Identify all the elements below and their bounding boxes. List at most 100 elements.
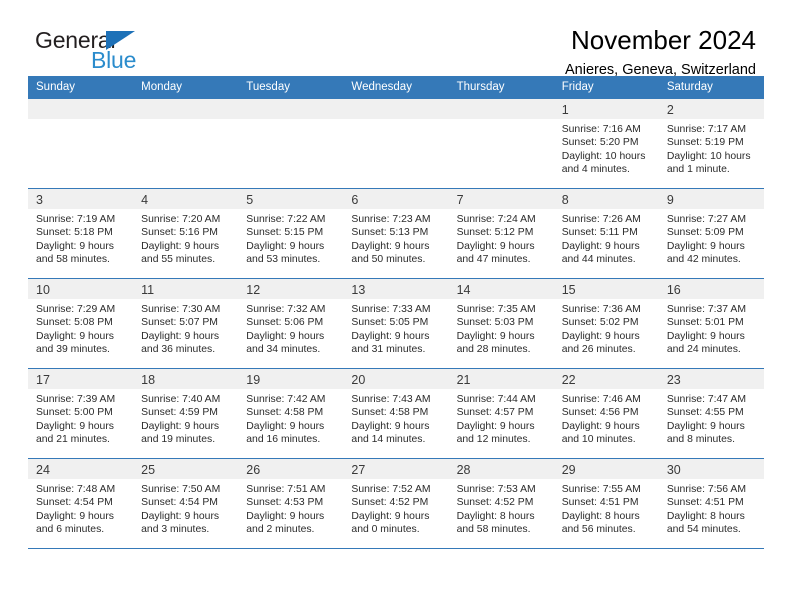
calendar-day-cell[interactable]: 15 Sunrise: 7:36 AM Sunset: 5:02 PM Dayligh… bbox=[553, 278, 659, 369]
day-number: 9 bbox=[666, 193, 674, 207]
day-number-band: 15 bbox=[553, 279, 659, 299]
sunset-text: Sunset: 5:03 PM bbox=[456, 317, 534, 329]
daylight-text: Daylight: 9 hours bbox=[351, 240, 430, 252]
calendar-day-cell[interactable]: 17 Sunrise: 7:39 AM Sunset: 5:00 PM Dayligh… bbox=[28, 368, 134, 459]
daylight-text: and 39 minutes. bbox=[36, 344, 110, 356]
daylight-text: Daylight: 9 hours bbox=[36, 420, 114, 432]
sunset-text: Sunset: 5:16 PM bbox=[141, 227, 218, 239]
daylight-text: Daylight: 8 hours bbox=[561, 510, 640, 522]
daylight-text: and 55 minutes. bbox=[141, 254, 216, 266]
sunrise-text: Sunrise: 7:30 AM bbox=[141, 304, 221, 315]
calendar-day-cell[interactable]: 26 Sunrise: 7:51 AM Sunset: 4:53 PM Dayligh… bbox=[238, 458, 344, 549]
day-number-band: 23 bbox=[658, 369, 764, 389]
calendar-day-cell[interactable]: 11 Sunrise: 7:30 AM Sunset: 5:07 PM Dayligh… bbox=[133, 278, 239, 369]
sunset-text: Sunset: 5:12 PM bbox=[456, 227, 534, 239]
calendar-day-cell-empty bbox=[28, 99, 134, 189]
daylight-text: Daylight: 9 hours bbox=[456, 330, 535, 342]
sunrise-text: Sunrise: 7:52 AM bbox=[351, 484, 431, 495]
calendar-day-cell[interactable]: 19 Sunrise: 7:42 AM Sunset: 4:58 PM Dayligh… bbox=[238, 368, 344, 459]
calendar-day-cell[interactable]: 23 Sunrise: 7:47 AM Sunset: 4:55 PM Dayligh… bbox=[658, 368, 764, 459]
calendar-day-cell[interactable]: 16 Sunrise: 7:37 AM Sunset: 5:01 PM Dayligh… bbox=[658, 278, 764, 369]
calendar-day-cell[interactable]: 18 Sunrise: 7:40 AM Sunset: 4:59 PM Dayligh… bbox=[133, 368, 239, 459]
daylight-text: and 19 minutes. bbox=[141, 434, 216, 446]
calendar-day-cell[interactable]: 21 Sunrise: 7:44 AM Sunset: 4:57 PM Dayligh… bbox=[448, 368, 554, 459]
calendar-day-cell-empty bbox=[133, 99, 239, 189]
day-details: Sunrise: 7:55 AM Sunset: 4:51 PM Daylight:… bbox=[554, 479, 659, 537]
day-details: Sunrise: 7:36 AM Sunset: 5:02 PM Daylight:… bbox=[554, 299, 659, 357]
daylight-text: and 42 minutes. bbox=[666, 254, 741, 266]
calendar-day-cell[interactable]: 25 Sunrise: 7:50 AM Sunset: 4:54 PM Dayligh… bbox=[133, 458, 239, 549]
daylight-text: and 16 minutes. bbox=[246, 434, 321, 446]
daylight-text: and 21 minutes. bbox=[36, 434, 110, 446]
sunrise-text: Sunrise: 7:35 AM bbox=[456, 304, 536, 315]
calendar-day-cell[interactable]: 7 Sunrise: 7:24 AM Sunset: 5:12 PM Daylight… bbox=[448, 188, 554, 279]
day-number-band: 1 bbox=[553, 99, 659, 119]
daylight-text: Daylight: 9 hours bbox=[456, 240, 535, 252]
day-details: Sunrise: 7:20 AM Sunset: 5:16 PM Daylight:… bbox=[133, 209, 238, 267]
day-number-band: 17 bbox=[28, 369, 134, 389]
calendar-table: Sunday Monday Tuesday Wednesday Thursday… bbox=[28, 76, 764, 549]
sunset-text: Sunset: 4:58 PM bbox=[351, 407, 429, 419]
daylight-text: and 31 minutes. bbox=[351, 344, 426, 356]
daylight-text: Daylight: 9 hours bbox=[561, 420, 640, 432]
daylight-text: Daylight: 9 hours bbox=[666, 330, 745, 342]
sunrise-text: Sunrise: 7:47 AM bbox=[666, 394, 746, 405]
day-number: 8 bbox=[561, 193, 569, 207]
calendar-day-cell[interactable]: 30 Sunrise: 7:56 AM Sunset: 4:51 PM Dayligh… bbox=[658, 458, 764, 549]
daylight-text: Daylight: 9 hours bbox=[561, 240, 640, 252]
calendar-page: General Blue November 2024 Anieres, Gene… bbox=[0, 0, 792, 612]
calendar-day-cell[interactable]: 14 Sunrise: 7:35 AM Sunset: 5:03 PM Dayligh… bbox=[448, 278, 554, 369]
weekday-header-thursday: Thursday bbox=[448, 76, 554, 99]
calendar-day-cell[interactable]: 3 Sunrise: 7:19 AM Sunset: 5:18 PM Daylight… bbox=[28, 188, 134, 279]
calendar-day-cell[interactable]: 22 Sunrise: 7:46 AM Sunset: 4:56 PM Dayligh… bbox=[553, 368, 659, 459]
daylight-text: and 50 minutes. bbox=[351, 254, 426, 266]
daylight-text: and 6 minutes. bbox=[36, 524, 105, 536]
calendar-day-cell[interactable]: 29 Sunrise: 7:55 AM Sunset: 4:51 PM Dayligh… bbox=[553, 458, 659, 549]
calendar-day-cell[interactable]: 1 Sunrise: 7:16 AM Sunset: 5:20 PM Daylight… bbox=[553, 99, 659, 189]
sunrise-text: Sunrise: 7:48 AM bbox=[36, 484, 116, 495]
day-number-band: 9 bbox=[658, 189, 764, 209]
day-number: 19 bbox=[246, 373, 261, 387]
day-number: 28 bbox=[456, 463, 471, 477]
calendar-day-cell[interactable]: 12 Sunrise: 7:32 AM Sunset: 5:06 PM Dayligh… bbox=[238, 278, 344, 369]
sunset-text: Sunset: 5:06 PM bbox=[246, 317, 324, 329]
day-number-band: 28 bbox=[448, 459, 554, 479]
daylight-text: and 53 minutes. bbox=[246, 254, 321, 266]
calendar-day-cell[interactable]: 6 Sunrise: 7:23 AM Sunset: 5:13 PM Daylight… bbox=[343, 188, 449, 279]
calendar-day-cell[interactable]: 13 Sunrise: 7:33 AM Sunset: 5:05 PM Dayligh… bbox=[343, 278, 449, 369]
daylight-text: and 3 minutes. bbox=[141, 524, 210, 536]
sunset-text: Sunset: 5:15 PM bbox=[246, 227, 324, 239]
calendar-day-cell[interactable]: 9 Sunrise: 7:27 AM Sunset: 5:09 PM Daylight… bbox=[658, 188, 764, 279]
day-number: 18 bbox=[141, 373, 156, 387]
page-title: November 2024 bbox=[571, 25, 756, 55]
calendar-day-cell[interactable]: 2 Sunrise: 7:17 AM Sunset: 5:19 PM Daylight… bbox=[658, 99, 764, 189]
generalblue-logo[interactable]: General Blue bbox=[35, 28, 205, 80]
calendar-day-cell[interactable]: 4 Sunrise: 7:20 AM Sunset: 5:16 PM Daylight… bbox=[133, 188, 239, 279]
calendar-day-cell[interactable]: 28 Sunrise: 7:53 AM Sunset: 4:52 PM Dayligh… bbox=[448, 458, 554, 549]
daylight-text: and 34 minutes. bbox=[246, 344, 321, 356]
day-number: 12 bbox=[246, 283, 261, 297]
daylight-text: Daylight: 9 hours bbox=[141, 420, 220, 432]
calendar-day-cell[interactable]: 10 Sunrise: 7:29 AM Sunset: 5:08 PM Dayligh… bbox=[28, 278, 134, 369]
day-number-band: 27 bbox=[343, 459, 449, 479]
day-details: Sunrise: 7:16 AM Sunset: 5:20 PM Daylight:… bbox=[554, 119, 659, 177]
calendar-day-cell-empty bbox=[343, 99, 449, 189]
day-number: 17 bbox=[36, 373, 50, 387]
calendar-day-cell[interactable]: 8 Sunrise: 7:26 AM Sunset: 5:11 PM Daylight… bbox=[553, 188, 659, 279]
sunrise-text: Sunrise: 7:39 AM bbox=[36, 394, 116, 405]
daylight-text: and 58 minutes. bbox=[456, 524, 531, 536]
calendar-day-cell[interactable]: 24 Sunrise: 7:48 AM Sunset: 4:54 PM Dayligh… bbox=[28, 458, 134, 549]
day-number-band: 30 bbox=[658, 459, 764, 479]
day-number: 5 bbox=[246, 193, 254, 207]
sunset-text: Sunset: 5:19 PM bbox=[666, 137, 744, 149]
daylight-text: Daylight: 8 hours bbox=[456, 510, 535, 522]
calendar-day-cell[interactable]: 20 Sunrise: 7:43 AM Sunset: 4:58 PM Dayligh… bbox=[343, 368, 449, 459]
daylight-text: Daylight: 9 hours bbox=[351, 330, 430, 342]
calendar-day-cell[interactable]: 27 Sunrise: 7:52 AM Sunset: 4:52 PM Dayligh… bbox=[343, 458, 449, 549]
day-number: 29 bbox=[561, 463, 576, 477]
daylight-text: Daylight: 9 hours bbox=[141, 240, 220, 252]
calendar-day-cell[interactable]: 5 Sunrise: 7:22 AM Sunset: 5:15 PM Daylight… bbox=[238, 188, 344, 279]
daylight-text: and 1 minute. bbox=[666, 164, 730, 176]
sunrise-text: Sunrise: 7:27 AM bbox=[666, 214, 746, 225]
day-details: Sunrise: 7:42 AM Sunset: 4:58 PM Daylight:… bbox=[238, 389, 343, 447]
